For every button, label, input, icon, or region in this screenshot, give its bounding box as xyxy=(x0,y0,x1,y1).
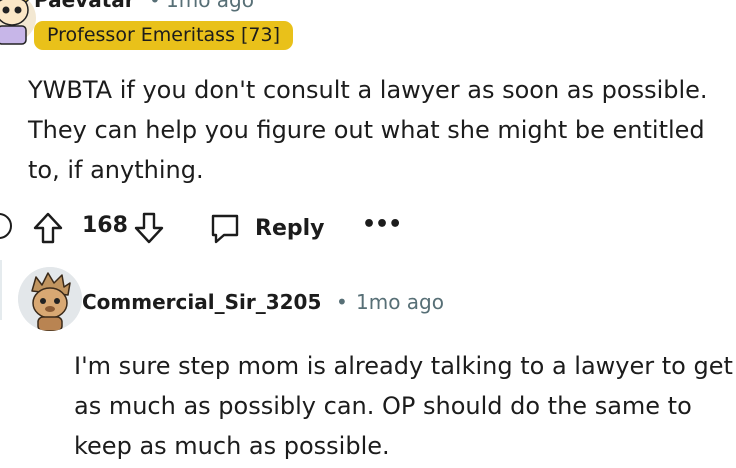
timestamp[interactable]: 1mo ago xyxy=(166,0,254,12)
username[interactable]: Paevatar xyxy=(34,0,135,12)
avatar[interactable] xyxy=(18,267,82,331)
meta-separator: • xyxy=(336,290,348,314)
avatar-illustration xyxy=(0,0,36,45)
collapse-thread-button[interactable] xyxy=(0,213,12,239)
downvote-arrow-icon xyxy=(134,212,164,244)
upvote-arrow-icon xyxy=(33,212,63,244)
user-flair: Professor Emeritass [73] xyxy=(34,21,294,50)
reply-button[interactable]: Reply xyxy=(208,210,325,246)
avatar[interactable] xyxy=(0,0,38,48)
comment-bubble-icon xyxy=(211,214,239,244)
avatar-illustration xyxy=(18,267,82,331)
timestamp[interactable]: 1mo ago xyxy=(356,290,444,314)
comment-body: I'm sure step mom is already talking to … xyxy=(74,352,733,460)
thread-line[interactable] xyxy=(0,260,2,320)
more-options-button[interactable]: ••• xyxy=(362,212,402,237)
reply-label: Reply xyxy=(255,215,325,241)
comment-body: YWBTA if you don't consult a lawyer as s… xyxy=(28,76,708,184)
meta-separator: • xyxy=(149,0,161,12)
downvote-button[interactable] xyxy=(133,211,165,245)
upvote-button[interactable] xyxy=(32,211,64,245)
username[interactable]: Commercial_Sir_3205 xyxy=(82,290,321,314)
vote-count: 168 xyxy=(82,213,128,238)
